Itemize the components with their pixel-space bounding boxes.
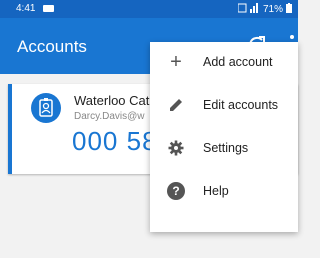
status-time: 4:41 (16, 3, 36, 14)
overflow-menu: + Add account Edit accounts Settings ? H… (150, 42, 298, 232)
notification-icon (43, 5, 54, 12)
menu-item-help[interactable]: ? Help (150, 173, 298, 209)
gear-icon (167, 139, 185, 157)
account-name: Waterloo Cat (74, 93, 150, 108)
account-email: Darcy.Davis@w (74, 111, 145, 122)
menu-item-label: Add account (203, 55, 273, 69)
menu-item-label: Edit accounts (203, 98, 279, 112)
menu-item-edit-accounts[interactable]: Edit accounts (150, 87, 298, 123)
battery-icon (286, 3, 292, 16)
battery-percent: 71% (262, 4, 283, 15)
menu-item-label: Help (203, 184, 229, 198)
card-accent-bar (8, 84, 12, 174)
signal-icon (237, 3, 260, 16)
account-code: 000 58 (72, 126, 158, 156)
pencil-icon (167, 96, 185, 114)
status-indicators: 71% (237, 3, 292, 16)
help-icon: ? (167, 182, 185, 200)
page-title: Accounts (17, 37, 87, 56)
menu-item-label: Settings (203, 141, 249, 155)
account-badge-icon (31, 93, 61, 123)
plus-icon: + (170, 51, 182, 73)
menu-item-add-account[interactable]: + Add account (150, 44, 298, 80)
status-bar: 4:41 71% (0, 0, 298, 18)
menu-item-settings[interactable]: Settings (150, 130, 298, 166)
